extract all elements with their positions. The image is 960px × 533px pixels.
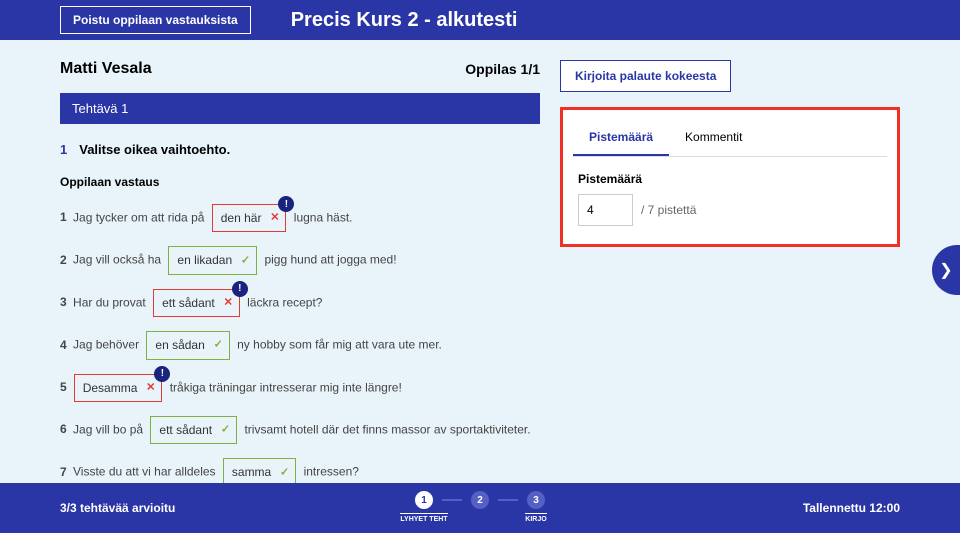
- alert-badge[interactable]: !: [154, 366, 170, 382]
- step-circle: 3: [527, 491, 545, 509]
- score-max: / 7 pistettä: [641, 203, 696, 217]
- sentence: 1 Jag tycker om att rida på den här✕! lu…: [60, 204, 540, 232]
- saved-text: Tallennettu 12:00: [803, 501, 900, 515]
- cross-icon: ✕: [146, 378, 155, 397]
- task-header: Tehtävä 1: [60, 93, 540, 124]
- sentence: 5Desamma✕! tråkiga träningar intresserar…: [60, 374, 540, 402]
- sentence-number: 2: [60, 253, 67, 267]
- score-input[interactable]: [578, 194, 633, 226]
- sentence: 6 Jag vill bo på ett sådant✓ trivsamt ho…: [60, 416, 540, 444]
- step[interactable]: 1 LYHYET TEHT: [396, 491, 452, 523]
- check-icon: ✓: [221, 421, 230, 440]
- sentence-number: 3: [60, 295, 67, 309]
- top-bar: Poistu oppilaan vastauksista Precis Kurs…: [0, 0, 960, 40]
- step-indicator: 1 LYHYET TEHT 2 3 KIRJO: [396, 491, 564, 523]
- answer-box[interactable]: en sådan✓: [146, 331, 229, 359]
- alert-badge[interactable]: !: [232, 281, 248, 297]
- step[interactable]: 3 KIRJO: [508, 491, 564, 523]
- student-row: Matti Vesala Oppilas 1/1: [60, 60, 540, 78]
- check-icon: ✓: [214, 336, 223, 355]
- sentence-number: 1: [60, 210, 67, 224]
- sentence: 4 Jag behöver en sådan✓ ny hobby som får…: [60, 331, 540, 359]
- sentence-number: 6: [60, 422, 67, 436]
- answer-box[interactable]: Desamma✕!: [74, 374, 163, 402]
- sentence: 2 Jag vill också ha en likadan✓ pigg hun…: [60, 246, 540, 274]
- question-text: Valitse oikea vaihtoehto.: [79, 142, 230, 157]
- answer-list: 1 Jag tycker om att rida på den här✕! lu…: [60, 204, 540, 487]
- sentence-number: 5: [60, 380, 67, 394]
- step-circle: 2: [471, 491, 489, 509]
- alert-badge[interactable]: !: [278, 196, 294, 212]
- page-title: Precis Kurs 2 - alkutesti: [291, 9, 518, 32]
- answer-box[interactable]: den här✕!: [212, 204, 287, 232]
- answer-box[interactable]: ett sådant✓: [150, 416, 237, 444]
- question-number: 1: [60, 142, 67, 157]
- score-panel: Pistemäärä Kommentit Pistemäärä / 7 pist…: [560, 107, 900, 247]
- sentence-number: 7: [60, 465, 67, 479]
- progress-text: 3/3 tehtävää arvioitu: [60, 501, 175, 515]
- answer-box[interactable]: en likadan✓: [168, 246, 257, 274]
- sentence: 3 Har du provat ett sådant✕! läckra rece…: [60, 289, 540, 317]
- step-circle: 1: [415, 491, 433, 509]
- answer-label: Oppilaan vastaus: [60, 175, 540, 189]
- tab-score[interactable]: Pistemäärä: [573, 120, 669, 156]
- cross-icon: ✕: [270, 209, 279, 228]
- question-prompt: 1 Valitse oikea vaihtoehto.: [60, 142, 540, 157]
- student-name: Matti Vesala: [60, 60, 152, 78]
- check-icon: ✓: [280, 463, 289, 482]
- bottom-bar: 3/3 tehtävää arvioitu 1 LYHYET TEHT 2 3 KIRJ…: [0, 483, 960, 533]
- score-tabs: Pistemäärä Kommentit: [573, 120, 887, 157]
- check-icon: ✓: [241, 251, 250, 270]
- answer-box[interactable]: ett sådant✕!: [153, 289, 240, 317]
- write-feedback-button[interactable]: Kirjoita palaute kokeesta: [560, 60, 731, 92]
- step-label: LYHYET TEHT: [400, 513, 447, 523]
- sentence-number: 4: [60, 338, 67, 352]
- tab-comments[interactable]: Kommentit: [669, 120, 758, 156]
- exit-button[interactable]: Poistu oppilaan vastauksista: [60, 6, 251, 34]
- step-label: KIRJO: [525, 513, 546, 523]
- student-count: Oppilas 1/1: [465, 61, 540, 77]
- cross-icon: ✕: [224, 294, 233, 313]
- score-label: Pistemäärä: [578, 172, 882, 186]
